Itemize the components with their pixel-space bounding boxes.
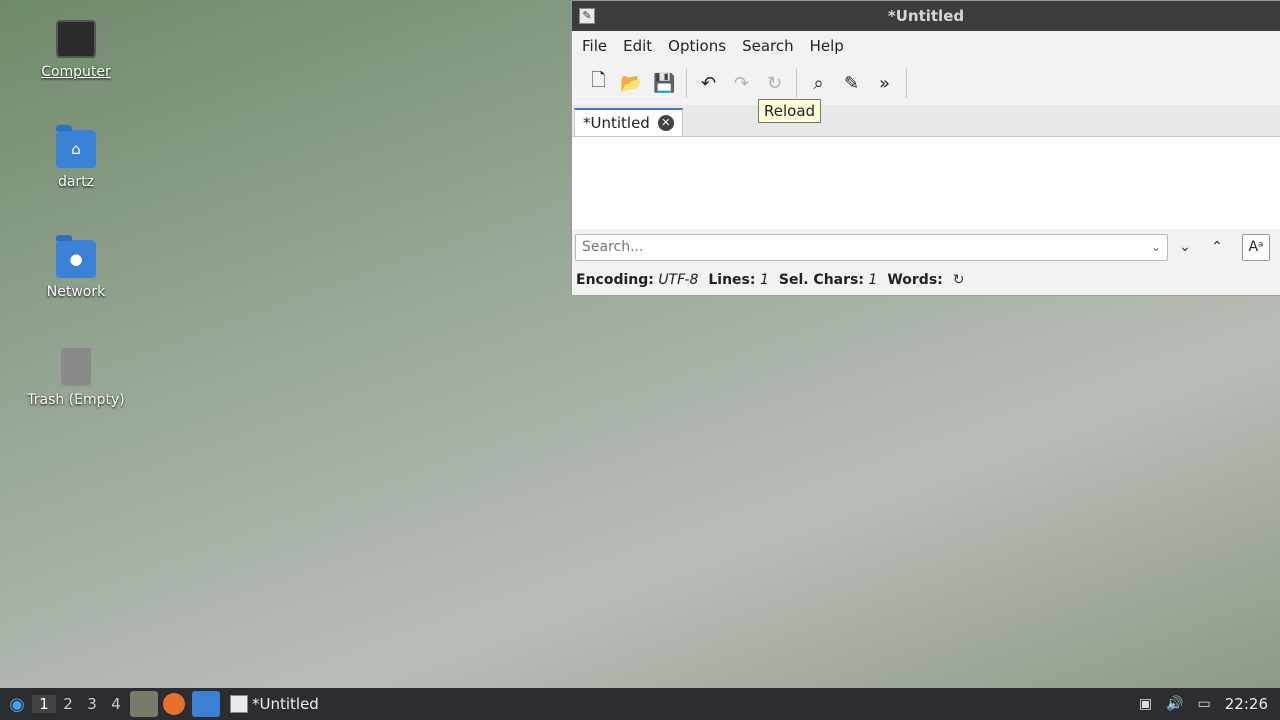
save-icon[interactable]: 💾 <box>648 67 681 100</box>
reload-tooltip: Reload <box>758 99 822 123</box>
volume-icon[interactable]: 🔊 <box>1166 696 1183 712</box>
status-bar: Encoding: UTF-8 Lines: 1 Sel. Chars: 1 W… <box>572 265 1280 295</box>
new-file-icon[interactable]: 🗋 <box>582 67 615 100</box>
desktop-icon-trash[interactable]: Trash (Empty) <box>24 348 128 408</box>
network-status-icon[interactable]: ▭ <box>1198 696 1211 712</box>
search-bar: ⌄ ⌄ ⌃ Aᵃ <box>572 229 1280 265</box>
chevron-down-icon[interactable]: ⌄ <box>1151 240 1161 254</box>
toolbar-separator <box>906 68 907 98</box>
find-next-chevron-down-icon[interactable]: ⌄ <box>1170 234 1200 261</box>
network-folder-icon: ● <box>56 235 96 278</box>
redo-icon[interactable]: ↷ <box>725 67 758 100</box>
computer-icon <box>56 20 96 58</box>
desktop-icon-label: dartz <box>57 174 95 190</box>
menubar: File Edit Options Search Help <box>572 31 1280 61</box>
close-tab-icon[interactable]: ✕ <box>657 115 674 131</box>
desktop-icon-home-folder[interactable]: ⌂ dartz <box>24 125 128 190</box>
workspace-2[interactable]: 2 <box>56 695 80 713</box>
menu-search[interactable]: Search <box>736 37 800 55</box>
search-combobox[interactable]: ⌄ <box>575 233 1168 261</box>
undo-icon[interactable]: ↶ <box>692 67 725 100</box>
desktop-icon-label: Computer <box>41 64 111 80</box>
desktop-icon-label: Network <box>46 284 106 300</box>
clock[interactable]: 22:26 <box>1225 695 1268 713</box>
text-editor-window: ✎ *Untitled File Edit Options Search Hel… <box>571 0 1280 296</box>
toolbar-separator <box>796 68 797 98</box>
tab-label: *Untitled <box>583 114 650 132</box>
reload-icon[interactable]: ↻ <box>758 67 791 100</box>
status-encoding: Encoding: UTF-8 <box>576 272 699 288</box>
firefox-icon[interactable] <box>163 693 185 715</box>
editor-text-area[interactable] <box>572 137 1280 229</box>
match-case-icon[interactable]: Aᵃ <box>1242 233 1270 261</box>
show-desktop-icon[interactable] <box>192 691 220 717</box>
open-folder-icon[interactable]: 📂 <box>615 67 648 100</box>
status-selected-chars: Sel. Chars: 1 <box>778 272 878 288</box>
search-input[interactable] <box>582 239 1122 255</box>
toolbar-separator <box>686 68 687 98</box>
home-folder-icon: ⌂ <box>56 125 96 168</box>
app-icon[interactable]: ✎ <box>579 8 595 24</box>
desktop-icon-network[interactable]: ● Network <box>24 235 128 300</box>
toolbar: 🗋 📂 💾 ↶ ↷ ↻ ⌕ ✎ » <box>572 61 1280 105</box>
status-lines: Lines: 1 <box>708 272 769 288</box>
menu-edit[interactable]: Edit <box>617 37 658 55</box>
status-words: Words: <box>887 272 943 288</box>
workspace-3[interactable]: 3 <box>80 695 104 713</box>
taskbar: ◉ 1 2 3 4 *Untitled ▣ 🔊 ▭ 22:26 <box>0 688 1280 720</box>
editor-app-icon <box>230 695 248 713</box>
clipboard-icon[interactable]: ▣ <box>1139 696 1152 712</box>
find-replace-icon[interactable]: ✎ <box>835 67 868 100</box>
desktop-icon-label: Trash (Empty) <box>27 392 125 408</box>
window-titlebar[interactable]: ✎ *Untitled <box>572 1 1280 31</box>
system-tray: ▣ 🔊 ▭ 22:26 <box>1139 695 1280 713</box>
start-menu-icon[interactable]: ◉ <box>2 689 32 719</box>
find-icon[interactable]: ⌕ <box>802 67 835 100</box>
more-tools-chevron-icon[interactable]: » <box>868 67 901 100</box>
refresh-word-count-icon[interactable]: ↻ <box>953 272 965 288</box>
tab-bar: *Untitled ✕ <box>572 105 1280 137</box>
menu-help[interactable]: Help <box>804 37 850 55</box>
find-previous-chevron-up-icon[interactable]: ⌃ <box>1202 234 1232 261</box>
window-title: *Untitled <box>887 7 965 25</box>
menu-file[interactable]: File <box>576 37 613 55</box>
tab-untitled[interactable]: *Untitled ✕ <box>574 108 683 136</box>
taskbar-task-editor[interactable]: *Untitled <box>230 695 319 713</box>
file-manager-icon[interactable] <box>130 691 158 717</box>
workspace-4[interactable]: 4 <box>104 695 128 713</box>
menu-options[interactable]: Options <box>662 37 732 55</box>
workspace-1[interactable]: 1 <box>32 695 56 713</box>
trash-icon <box>61 348 91 386</box>
task-label: *Untitled <box>252 695 319 713</box>
desktop-icon-computer[interactable]: Computer <box>24 20 128 80</box>
